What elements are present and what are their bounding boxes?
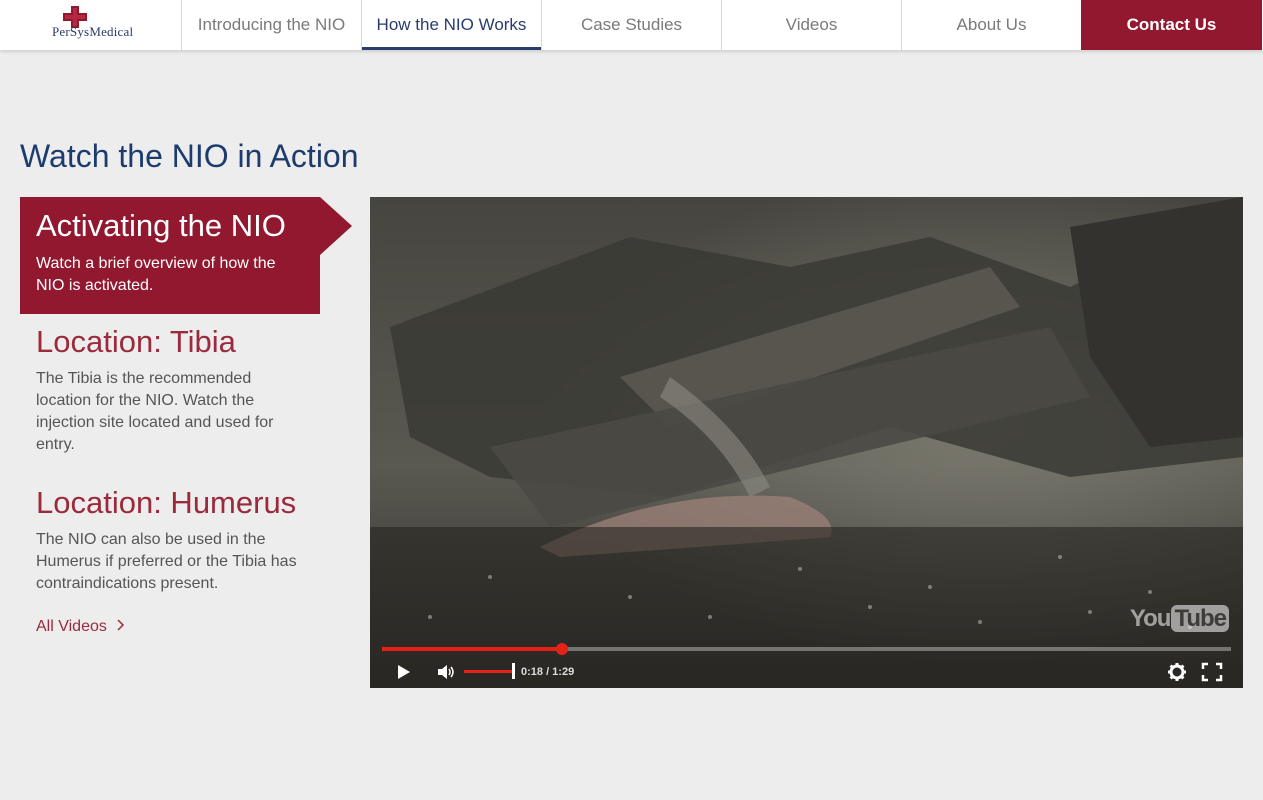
nav-contact-us-button[interactable]: Contact Us — [1081, 0, 1262, 50]
youtube-logo-you: You — [1129, 605, 1172, 632]
volume-slider-handle[interactable] — [512, 663, 515, 679]
nav-about-us[interactable]: About Us — [901, 0, 1081, 50]
play-icon — [398, 665, 410, 679]
all-videos-label: All Videos — [36, 618, 107, 635]
video-controls: 0:18 / 1:29 — [370, 659, 1243, 685]
nav-videos[interactable]: Videos — [721, 0, 901, 50]
site-header: PerSysMedical Introducing the NIO How th… — [0, 0, 1263, 50]
main-nav: Introducing the NIO How the NIO Works Ca… — [181, 0, 1262, 50]
fullscreen-button[interactable] — [1201, 659, 1223, 685]
nav-introducing-the-nio[interactable]: Introducing the NIO — [181, 0, 361, 50]
video-item-activating-the-nio[interactable]: Activating the NIO Watch a brief overvie… — [20, 197, 320, 314]
video-item-title: Location: Humerus — [36, 485, 297, 520]
volume-slider[interactable] — [464, 670, 514, 673]
nav-how-the-nio-works[interactable]: How the NIO Works — [361, 0, 541, 50]
chevron-right-icon — [117, 619, 125, 631]
page-title: Watch the NIO in Action — [20, 138, 359, 174]
video-item-title: Location: Tibia — [36, 324, 236, 359]
persys-medical-logo[interactable]: PerSysMedical — [0, 0, 181, 50]
fullscreen-icon — [1201, 662, 1223, 682]
video-item-location-humerus[interactable]: Location: Humerus The NIO can also be us… — [36, 485, 326, 595]
settings-icon — [1168, 663, 1186, 681]
video-item-title: Activating the NIO — [36, 208, 286, 243]
volume-icon — [438, 665, 454, 679]
youtube-logo[interactable]: You Tube — [1130, 605, 1229, 633]
mute-button[interactable] — [436, 659, 456, 685]
video-progress-bar[interactable] — [382, 643, 1231, 655]
active-indicator-arrow — [320, 197, 352, 255]
video-frame — [370, 197, 1243, 688]
settings-button[interactable] — [1167, 659, 1187, 685]
video-progress-handle[interactable] — [556, 643, 568, 655]
video-item-description: The Tibia is the recommended location fo… — [36, 370, 274, 453]
video-player[interactable]: You Tube 0:18 / 1:29 — [370, 197, 1243, 688]
video-item-description: Watch a brief overview of how the NIO is… — [36, 255, 276, 294]
all-videos-link[interactable]: All Videos — [36, 618, 125, 636]
video-item-description: The NIO can also be used in the Humerus … — [36, 531, 297, 592]
logo-text: PerSysMedical — [52, 24, 134, 39]
play-button[interactable] — [396, 659, 412, 685]
youtube-logo-tube: Tube — [1171, 605, 1229, 632]
nav-case-studies[interactable]: Case Studies — [541, 0, 721, 50]
video-item-location-tibia[interactable]: Location: Tibia The Tibia is the recomme… — [36, 324, 326, 456]
video-progress-fill — [382, 647, 562, 651]
time-display: 0:18 / 1:29 — [521, 666, 575, 678]
